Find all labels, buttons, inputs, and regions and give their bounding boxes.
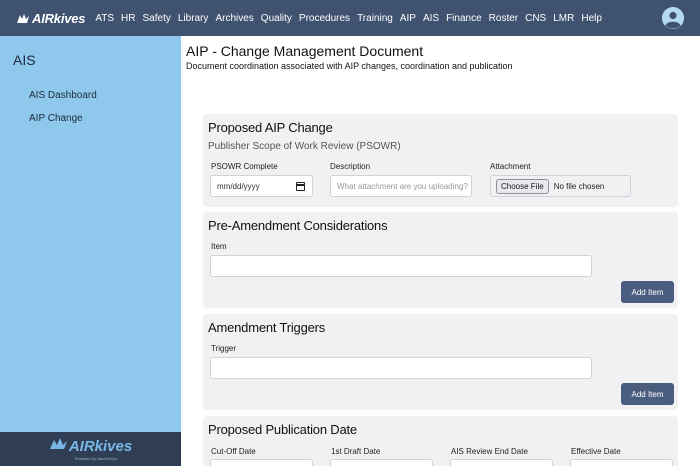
airplane-logo-icon [16, 12, 30, 24]
nav-item-cns[interactable]: CNS [525, 13, 546, 24]
nav-item-help[interactable]: Help [581, 13, 602, 24]
cut-off-date-input[interactable] [210, 459, 313, 466]
psowr-date-input[interactable]: mm/dd/yyyy [210, 175, 313, 197]
card-title: Proposed AIP Change [208, 120, 333, 135]
nav-item-finance[interactable]: Finance [446, 13, 482, 24]
airplane-logo-icon [49, 437, 69, 456]
page-title: AIP - Change Management Document [186, 43, 424, 59]
amendment-triggers-card: Amendment Triggers Trigger Add Item [203, 314, 678, 410]
effective-date-input[interactable] [570, 459, 673, 466]
cut-off-date-label: Cut-Off Date [211, 447, 256, 456]
first-draft-date-label: 1st Draft Date [331, 447, 381, 456]
nav-menu: ATS HR Safety Library Archives Quality P… [95, 13, 609, 24]
attachment-file-input[interactable]: Choose File No file chosen [490, 175, 631, 197]
footer-logo-sub: Powered by NavInfoSys [74, 456, 118, 461]
effective-date-label: Effective Date [571, 447, 621, 456]
add-trigger-button[interactable]: Add Item [621, 383, 674, 405]
sidebar: AIS AIS Dashboard AIP Change AIRkives Po… [0, 36, 181, 466]
brand-logo[interactable]: AIRkives [16, 10, 86, 26]
trigger-label: Trigger [211, 344, 237, 353]
top-navbar: AIRkives ATS HR Safety Library Archives … [0, 0, 700, 36]
nav-item-procedures[interactable]: Procedures [299, 13, 350, 24]
nav-item-ats[interactable]: ATS [95, 13, 114, 24]
nav-item-ais[interactable]: AIS [423, 13, 439, 24]
publication-date-card: Proposed Publication Date Cut-Off Date 1… [203, 416, 678, 466]
sidebar-title: AIS [13, 52, 36, 68]
sidebar-item-aip-change[interactable]: AIP Change [29, 113, 83, 124]
nav-item-library[interactable]: Library [178, 13, 209, 24]
page-subtitle: Document coordination associated with AI… [186, 61, 513, 71]
nav-item-quality[interactable]: Quality [261, 13, 292, 24]
sidebar-item-ais-dashboard[interactable]: AIS Dashboard [29, 90, 97, 101]
proposed-aip-change-card: Proposed AIP Change Publisher Scope of W… [203, 114, 678, 207]
choose-file-button[interactable]: Choose File [496, 178, 549, 194]
card-title: Amendment Triggers [208, 320, 326, 335]
nav-item-hr[interactable]: HR [121, 13, 135, 24]
nav-item-aip[interactable]: AIP [400, 13, 416, 24]
attachment-label: Attachment [490, 162, 531, 171]
item-label: Item [211, 242, 227, 251]
add-item-button[interactable]: Add Item [621, 281, 674, 303]
item-input[interactable] [210, 255, 592, 277]
description-input[interactable]: What attachment are you uploading? [330, 175, 472, 197]
pre-amendment-card: Pre-Amendment Considerations Item Add It… [203, 212, 678, 308]
footer-logo-text: AIRkives [68, 437, 133, 455]
sidebar-footer: AIRkives Powered by NavInfoSys [0, 432, 181, 466]
ais-review-end-date-label: AIS Review End Date [451, 447, 528, 456]
card-title: Pre-Amendment Considerations [208, 218, 388, 233]
brand-name: AIRkives [32, 10, 86, 26]
nav-item-training[interactable]: Training [357, 13, 393, 24]
first-draft-date-input[interactable] [330, 459, 433, 466]
nav-item-lmr[interactable]: LMR [553, 13, 574, 24]
nav-item-roster[interactable]: Roster [489, 13, 518, 24]
calendar-icon[interactable] [296, 182, 305, 191]
card-subtitle: Publisher Scope of Work Review (PSOWR) [208, 141, 401, 152]
no-file-text: No file chosen [553, 181, 605, 191]
ais-review-end-date-input[interactable] [450, 459, 553, 466]
card-title: Proposed Publication Date [208, 422, 357, 437]
main-content: AIP - Change Management Document Documen… [181, 36, 700, 466]
user-avatar-icon[interactable] [662, 7, 684, 29]
trigger-input[interactable] [210, 357, 592, 379]
psowr-complete-label: PSOWR Complete [211, 162, 278, 171]
nav-item-archives[interactable]: Archives [215, 13, 253, 24]
nav-item-safety[interactable]: Safety [143, 13, 171, 24]
footer-logo: AIRkives Powered by NavInfoSys [49, 437, 132, 461]
description-label: Description [330, 162, 371, 171]
